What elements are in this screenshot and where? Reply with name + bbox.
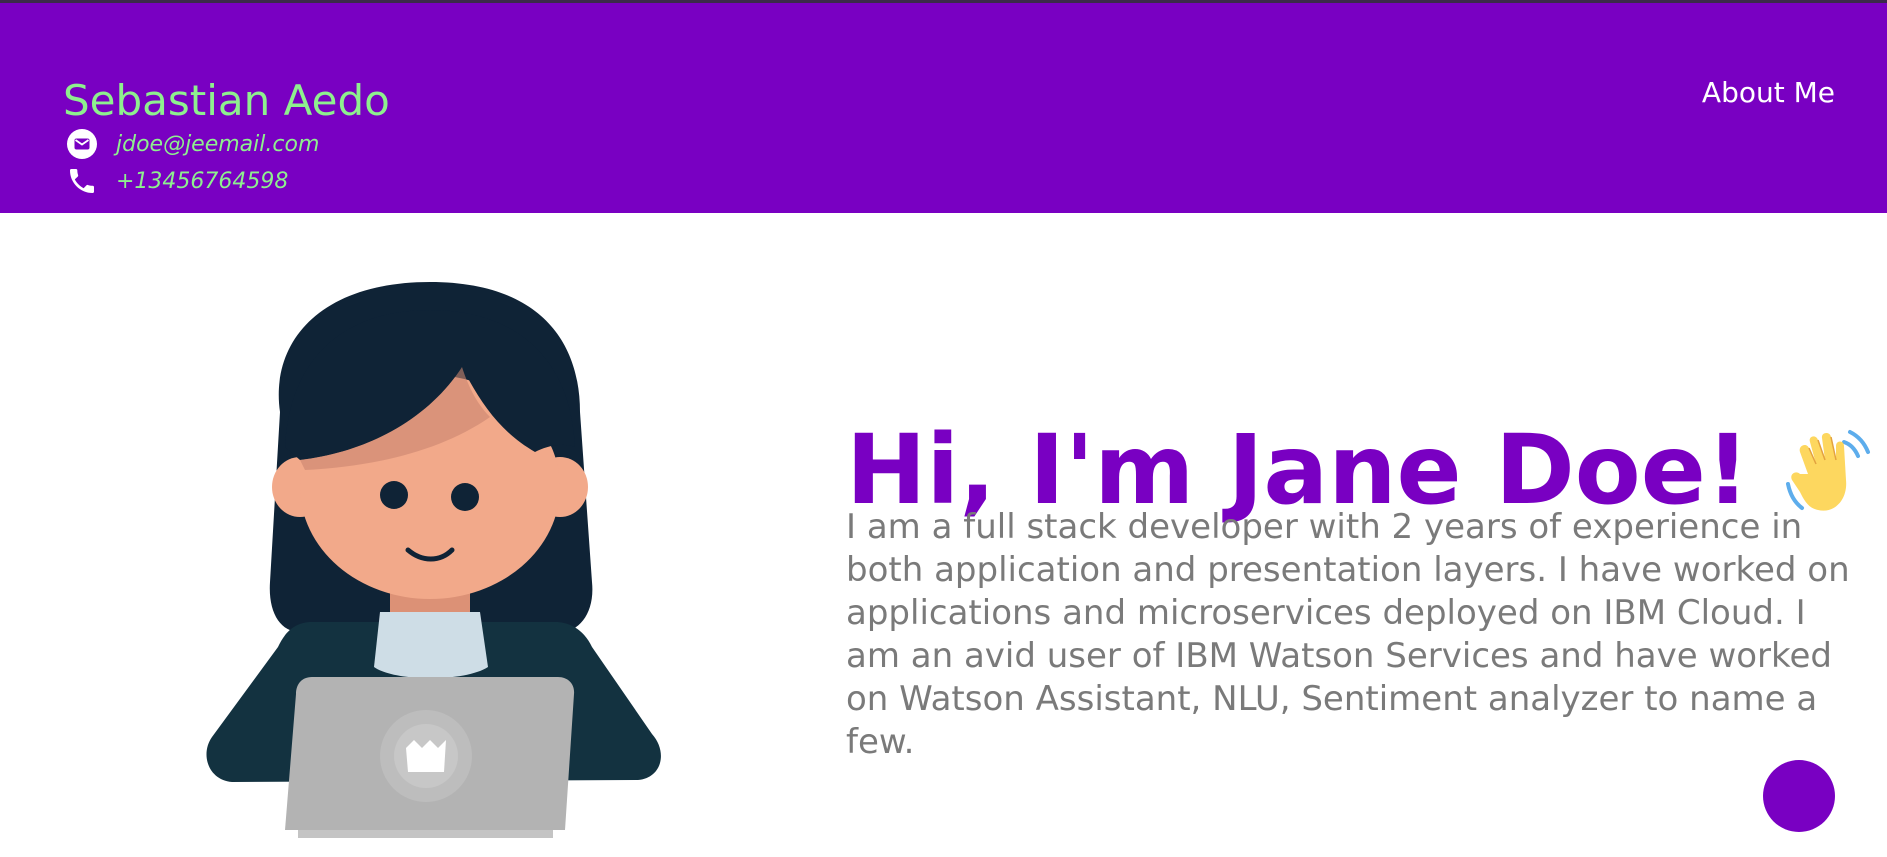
brand-name: Sebastian Aedo (63, 76, 390, 125)
waving-hand-icon (1778, 422, 1874, 518)
phone-contact: +13456764598 (66, 164, 288, 198)
developer-illustration (200, 282, 670, 842)
site-header: Sebastian Aedo jdoe@jeemail.com +1345676… (0, 3, 1887, 213)
email-contact: jdoe@jeemail.com (66, 127, 319, 161)
nav-about-me[interactable]: About Me (1702, 73, 1835, 113)
phone-link[interactable]: +13456764598 (116, 169, 288, 194)
floating-action-button[interactable] (1763, 760, 1835, 832)
phone-icon (66, 165, 98, 197)
email-link[interactable]: jdoe@jeemail.com (116, 132, 319, 157)
hero-bio: I am a full stack developer with 2 years… (846, 507, 1850, 762)
email-icon (66, 128, 98, 160)
